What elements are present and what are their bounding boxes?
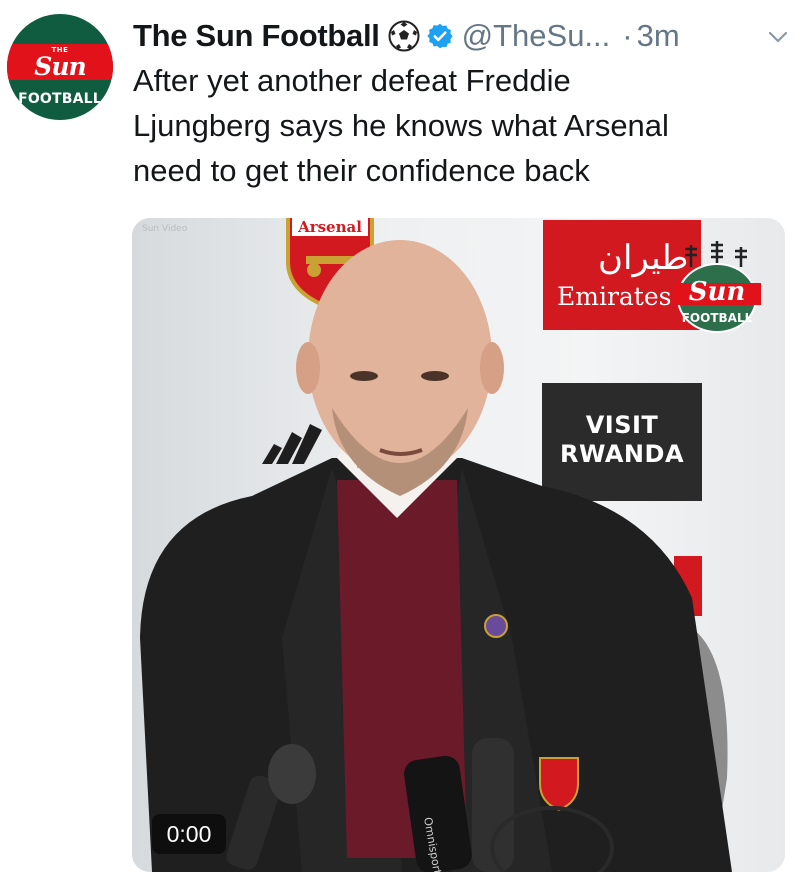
tweet-header: The Sun Football @TheSu... · 3m (133, 16, 793, 56)
video-timecode: 0:00 (152, 814, 226, 854)
tweet-text-line: Ljungberg says he knows what Arsenal (133, 108, 669, 143)
avatar-sub: FOOTBALL (18, 91, 102, 107)
avatar-brand: Sun (34, 52, 86, 81)
tweet[interactable]: THE Sun FOOTBALL The Sun Football @TheSu… (0, 0, 800, 883)
avatar[interactable]: THE Sun FOOTBALL (7, 14, 113, 120)
separator-dot: · (622, 18, 633, 53)
display-name[interactable]: The Sun Football (133, 18, 380, 54)
user-handle[interactable]: @TheSu... (462, 18, 611, 54)
chevron-down-icon[interactable] (767, 26, 789, 48)
tweet-text-line: need to get their confidence back (133, 153, 590, 188)
tweet-text-line: After yet another defeat Freddie (133, 63, 571, 98)
timestamp[interactable]: 3m (637, 18, 680, 54)
verified-badge-icon (426, 22, 454, 50)
soccer-ball-icon (388, 20, 420, 52)
speaker-figure: Omnisport (140, 240, 732, 872)
tweet-text: After yet another defeat Freddie Ljungbe… (133, 58, 783, 193)
video-player[interactable]: Sun Video Arsenal طيران Emirates Sun FOO… (132, 218, 785, 872)
